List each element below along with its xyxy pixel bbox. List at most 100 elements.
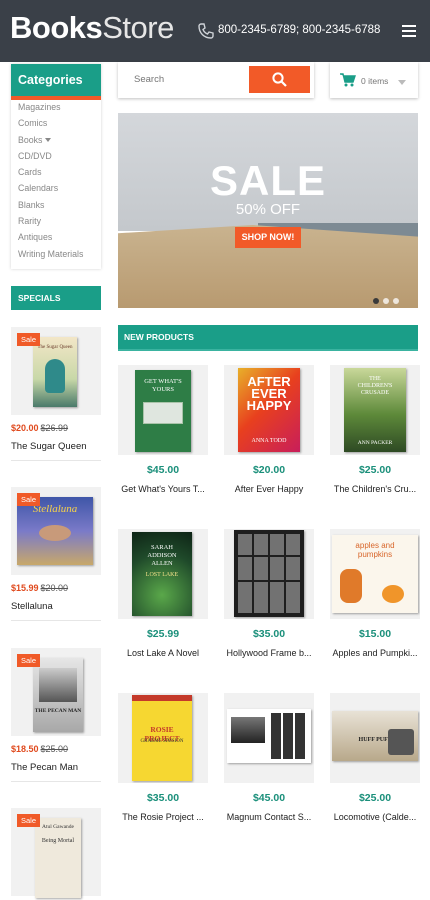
product-thumbnail[interactable]: [224, 693, 314, 783]
product-card[interactable]: $45.00 Magnum Contact S...: [224, 693, 314, 822]
book-cover-image: Atul Gawande Being Mortal: [35, 818, 81, 898]
product-thumbnail[interactable]: [224, 529, 314, 619]
book-cover-image: THE PECAN MAN: [33, 658, 83, 732]
special-item[interactable]: Stellaluna Sale $15.99 $20.00 Stellaluna: [11, 487, 101, 621]
divider: [11, 781, 101, 782]
product-card[interactable]: AFTER EVER HAPPY ANNA TODD $20.00 After …: [224, 365, 314, 494]
product-card[interactable]: apples and pumpkins $15.00 Apples and Pu…: [330, 529, 420, 658]
special-thumbnail[interactable]: Atul Gawande Being Mortal Sale: [11, 808, 101, 898]
product-name[interactable]: Get What's Yours T...: [118, 484, 208, 494]
product-name[interactable]: Hollywood Frame b...: [224, 648, 314, 658]
categories-title: Categories: [11, 64, 101, 100]
product-thumbnail[interactable]: HUFF PUFF: [330, 693, 420, 783]
cover-title: THE PECAN MAN: [34, 708, 82, 714]
product-name[interactable]: Lost Lake A Novel: [118, 648, 208, 658]
cover-title: apples and pumpkins: [355, 541, 395, 559]
category-rarity[interactable]: Rarity: [18, 216, 101, 232]
banner-title: SALE: [209, 157, 326, 204]
special-price: $18.50 $25.00: [11, 744, 101, 754]
logo[interactable]: BooksStore: [10, 10, 174, 46]
category-books[interactable]: Books: [18, 135, 101, 151]
book-cover-image: AFTER EVER HAPPY ANNA TODD: [238, 368, 300, 452]
category-calendars[interactable]: Calendars: [18, 183, 101, 199]
special-title[interactable]: The Sugar Queen: [11, 441, 101, 452]
special-thumbnail[interactable]: The Sugar Queen Sale: [11, 327, 101, 415]
product-price: $15.00: [358, 628, 392, 640]
category-cards[interactable]: Cards: [18, 167, 101, 183]
cover-title: AFTER EVER HAPPY: [246, 374, 292, 413]
product-name[interactable]: Apples and Pumpki...: [330, 648, 420, 658]
product-thumbnail[interactable]: AFTER EVER HAPPY ANNA TODD: [224, 365, 314, 455]
product-name[interactable]: After Ever Happy: [224, 484, 314, 494]
special-title[interactable]: The Pecan Man: [11, 762, 101, 773]
category-cd-dvd[interactable]: CD/DVD: [18, 151, 101, 167]
product-thumbnail[interactable]: GET WHAT'S YOURS: [118, 365, 208, 455]
product-thumbnail[interactable]: SARAH ADDISON ALLEN LOST LAKE: [118, 529, 208, 619]
cover-author: GRAEME SIMSION: [140, 739, 184, 744]
phone-icon: [198, 23, 214, 39]
special-item[interactable]: The Sugar Queen Sale $20.00 $26.99 The Su…: [11, 327, 101, 461]
product-thumbnail[interactable]: ROSIE PROJECT GRAEME SIMSION: [118, 693, 208, 783]
book-cover-image: HUFF PUFF: [332, 711, 418, 761]
special-item[interactable]: Atul Gawande Being Mortal Sale: [11, 808, 101, 898]
product-thumbnail[interactable]: THE CHILDREN'S CRUSADE ANN PACKER: [330, 365, 420, 455]
slider-dot-2[interactable]: [383, 298, 389, 304]
sale-badge: Sale: [17, 654, 41, 667]
caret-down-icon: [45, 138, 52, 143]
book-cover-image: The Sugar Queen: [33, 337, 77, 407]
search-bar: [118, 62, 314, 98]
cart-icon: [340, 73, 356, 87]
slider-dot-1[interactable]: [373, 298, 379, 304]
chevron-down-icon: [398, 80, 406, 85]
product-price: $45.00: [146, 464, 180, 476]
book-cover-image: [227, 709, 311, 763]
special-price: $20.00 $26.99: [11, 423, 101, 433]
product-name[interactable]: Magnum Contact S...: [224, 812, 314, 822]
divider: [11, 460, 101, 461]
product-card[interactable]: ROSIE PROJECT GRAEME SIMSION $35.00 The …: [118, 693, 208, 822]
category-blanks[interactable]: Blanks: [18, 200, 101, 216]
slider-dot-3[interactable]: [393, 298, 399, 304]
book-cover-image: ROSIE PROJECT GRAEME SIMSION: [132, 695, 192, 781]
special-title[interactable]: Stellaluna: [11, 601, 101, 612]
logo-light: Store: [102, 10, 174, 45]
category-comics[interactable]: Comics: [18, 118, 101, 134]
product-name[interactable]: Locomotive (Calde...: [330, 812, 420, 822]
special-thumbnail[interactable]: Stellaluna Sale: [11, 487, 101, 575]
special-price: $15.99 $20.00: [11, 583, 101, 593]
original-price: $20.00: [40, 583, 69, 593]
special-item[interactable]: THE PECAN MAN Sale $18.50 $25.00 The Peca…: [11, 648, 101, 782]
product-name[interactable]: The Rosie Project ...: [118, 812, 208, 822]
product-card[interactable]: HUFF PUFF $25.00 Locomotive (Calde...: [330, 693, 420, 822]
special-thumbnail[interactable]: THE PECAN MAN Sale: [11, 648, 101, 736]
product-card[interactable]: $35.00 Hollywood Frame b...: [224, 529, 314, 658]
hamburger-menu-icon[interactable]: [402, 25, 416, 37]
product-card[interactable]: SARAH ADDISON ALLEN LOST LAKE $25.99 Los…: [118, 529, 208, 658]
product-price: $20.00: [252, 464, 286, 476]
cover-author: Atul Gawande: [42, 824, 74, 830]
product-price: $45.00: [252, 792, 286, 804]
category-magazines[interactable]: Magazines: [18, 102, 101, 118]
sale-price: $20.00: [11, 423, 39, 433]
category-writing-materials[interactable]: Writing Materials: [18, 249, 101, 265]
cover-title: Being Mortal: [41, 838, 75, 844]
product-thumbnail[interactable]: apples and pumpkins: [330, 529, 420, 619]
sale-price: $15.99: [11, 583, 39, 593]
banner-subtitle: 50% OFF: [235, 201, 301, 218]
sale-badge: Sale: [17, 493, 41, 506]
cart-count: 0 items: [361, 76, 389, 86]
promo-banner[interactable]: SALE 50% OFF SHOP NOW!: [118, 113, 418, 308]
search-input[interactable]: [124, 66, 248, 92]
category-books-label: Books: [18, 134, 43, 145]
cart-dropdown[interactable]: 0 items: [330, 62, 418, 98]
divider: [11, 620, 101, 621]
categories-list: Magazines Comics Books CD/DVD Cards Cale…: [11, 96, 101, 265]
cover-title: THE CHILDREN'S CRUSADE: [357, 376, 393, 396]
product-card[interactable]: THE CHILDREN'S CRUSADE ANN PACKER $25.00…: [330, 365, 420, 494]
product-name[interactable]: The Children's Cru...: [330, 484, 420, 494]
category-antiques[interactable]: Antiques: [18, 232, 101, 248]
product-card[interactable]: GET WHAT'S YOURS $45.00 Get What's Yours…: [118, 365, 208, 494]
shop-now-button[interactable]: SHOP NOW!: [235, 227, 301, 248]
search-button[interactable]: [249, 66, 310, 93]
cover-title: LOST LAKE: [145, 572, 179, 578]
